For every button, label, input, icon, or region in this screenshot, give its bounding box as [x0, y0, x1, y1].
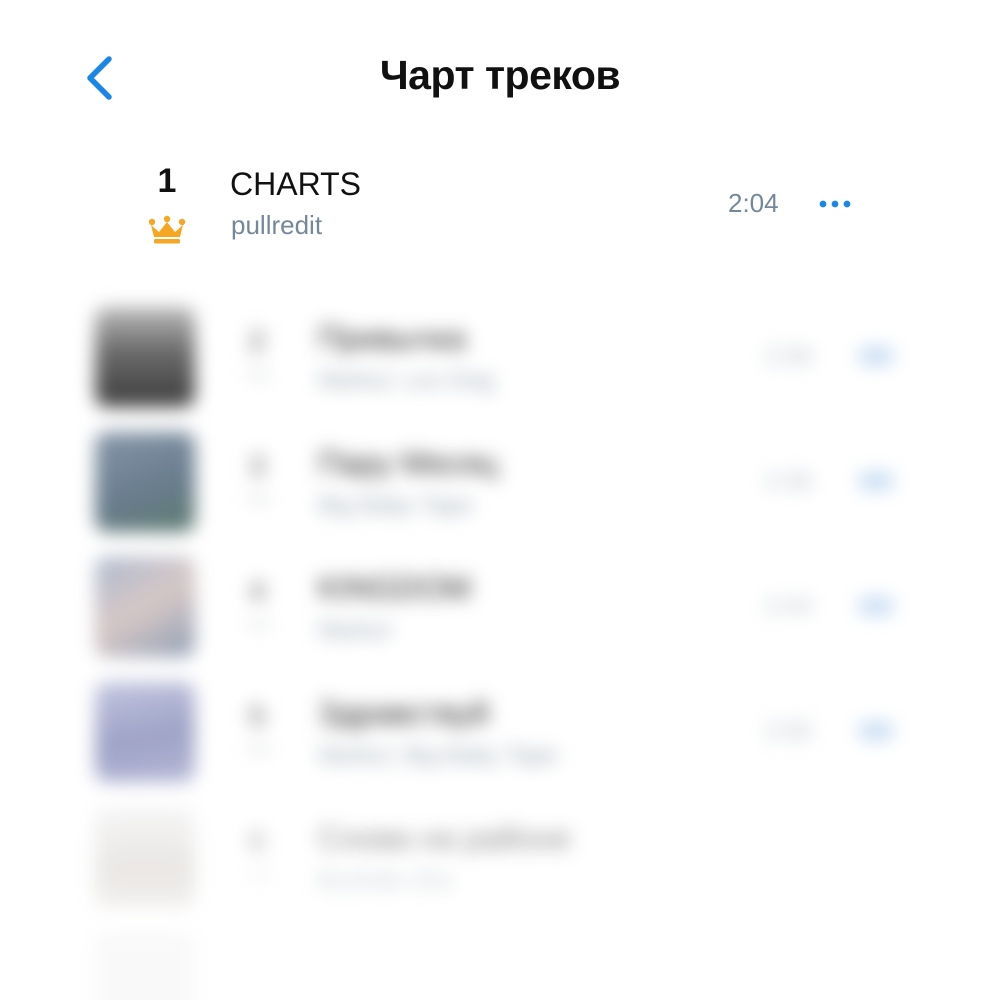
- track-row[interactable]: 4 KINGDOM Markul 2:44: [0, 545, 1000, 657]
- album-cover: [95, 307, 195, 407]
- track-list: 2 Привычка Markul, Loc-Dog 2:58 3 Пару М…: [0, 295, 1000, 1000]
- more-options-button[interactable]: [810, 188, 860, 220]
- crown-icon: [148, 215, 186, 244]
- track-artist: Markul: [318, 617, 391, 644]
- page-title: Чарт треков: [379, 52, 621, 98]
- track-row[interactable]: 2 Привычка Markul, Loc-Dog 2:58: [0, 295, 1000, 407]
- track-title: CHARTS: [230, 166, 361, 202]
- track-rank: 6: [248, 825, 266, 858]
- track-title: Пару Месяц: [318, 445, 498, 481]
- track-artist[interactable]: pullredit: [231, 210, 322, 241]
- more-options-button[interactable]: [858, 472, 894, 490]
- track-title: Привычка: [318, 320, 466, 356]
- album-cover: [95, 682, 195, 782]
- rank-change-indicator: [248, 873, 270, 876]
- track-artist: Bushido Zho: [318, 867, 453, 894]
- track-title: Здравствуй: [318, 695, 490, 731]
- track-rank: 5: [248, 700, 266, 733]
- track-artist: Markul, Big Baby Tape: [318, 742, 558, 769]
- album-cover: [95, 557, 195, 657]
- header: Чарт треков: [0, 0, 1000, 160]
- track-artist: Markul, Loc-Dog: [318, 367, 495, 394]
- track-rank: 2: [248, 325, 266, 358]
- more-options-button[interactable]: [858, 347, 894, 365]
- more-horizontal-icon: [819, 200, 851, 208]
- track-artist: Big Baby Tape: [318, 492, 473, 519]
- track-row[interactable]: 6 Снова на районе Bushido Zho: [0, 795, 1000, 907]
- album-cover: [95, 932, 195, 1000]
- album-cover: [95, 432, 195, 532]
- track-rank: 4: [248, 575, 266, 608]
- more-options-button[interactable]: [858, 597, 894, 615]
- rank-change-indicator: [248, 498, 270, 501]
- track-row[interactable]: [0, 920, 1000, 1000]
- more-options-button[interactable]: [858, 722, 894, 740]
- album-cover: [95, 807, 195, 907]
- track-duration: 2:50: [765, 718, 812, 745]
- track-duration: 2:36: [765, 468, 812, 495]
- track-duration: 2:04: [728, 188, 779, 218]
- track-row-featured[interactable]: 1 CHARTS pullredit 2:04: [0, 160, 1000, 252]
- track-rank: 3: [248, 450, 266, 483]
- rank-change-indicator: [248, 373, 270, 376]
- track-row[interactable]: 5 Здравствуй Markul, Big Baby Tape 2:50: [0, 670, 1000, 782]
- track-title: Снова на районе: [318, 820, 571, 856]
- track-title: KINGDOM: [318, 570, 471, 606]
- track-rank: 1: [157, 162, 177, 200]
- rank-change-indicator: [248, 748, 270, 751]
- rank-change-indicator: [248, 623, 270, 626]
- track-duration: 2:44: [765, 593, 812, 620]
- track-duration: 2:58: [765, 343, 812, 370]
- track-row[interactable]: 3 Пару Месяц Big Baby Tape 2:36: [0, 420, 1000, 532]
